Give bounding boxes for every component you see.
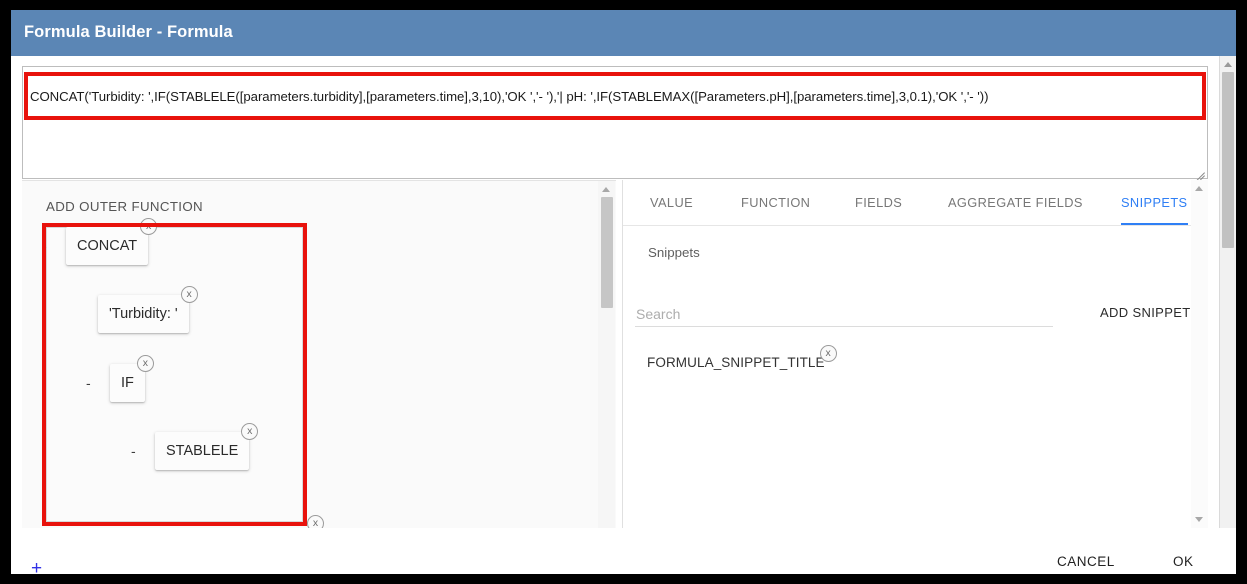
- snippet-list-item[interactable]: FORMULA_SNIPPET_TITLE x: [647, 345, 837, 370]
- function-tree-pane: ADD OUTER FUNCTION - CONCAT x 'Turbidity…: [22, 180, 616, 528]
- formula-builder-dialog: Formula Builder - Formula CONCAT('Turbid…: [11, 10, 1236, 574]
- add-outer-function-label: ADD OUTER FUNCTION: [46, 199, 203, 214]
- search-input[interactable]: [635, 302, 1053, 327]
- function-node-stablele[interactable]: STABLELE x: [155, 423, 259, 470]
- scroll-up-arrow-icon[interactable]: [1195, 186, 1203, 191]
- function-tree-scrollbar-thumb[interactable]: [601, 197, 613, 308]
- dialog-titlebar: Formula Builder - Formula: [11, 10, 1236, 56]
- tab-fields[interactable]: FIELDS: [855, 180, 902, 225]
- tab-label: SNIPPETS: [1121, 195, 1188, 210]
- function-node-turbidity-literal[interactable]: 'Turbidity: ' x: [98, 286, 198, 333]
- tab-value[interactable]: VALUE: [650, 180, 693, 225]
- tab-bar: VALUE FUNCTION FIELDS AGGREGATE FIELDS S…: [623, 180, 1208, 226]
- tree-connector-dash: -: [131, 443, 136, 459]
- remove-snippet-icon[interactable]: x: [819, 345, 837, 362]
- function-node-concat[interactable]: CONCAT x: [66, 218, 158, 265]
- tab-label: FUNCTION: [741, 195, 811, 210]
- remove-node-icon[interactable]: x: [307, 515, 324, 528]
- tab-aggregate-fields[interactable]: AGGREGATE FIELDS: [948, 180, 1083, 225]
- ok-button[interactable]: OK: [1173, 554, 1194, 569]
- function-node-label: 'Turbidity: ': [109, 306, 178, 322]
- dialog-title: Formula Builder - Formula: [24, 23, 233, 41]
- resize-handle-icon[interactable]: [1192, 163, 1206, 177]
- cancel-button[interactable]: CANCEL: [1057, 554, 1115, 569]
- snippet-title: FORMULA_SNIPPET_TITLE: [647, 355, 825, 370]
- tree-row[interactable]: - STABLELE x: [131, 423, 259, 470]
- tree-row[interactable]: - CONCAT x: [42, 218, 158, 265]
- snippet-search-row: ADD SNIPPET: [635, 302, 1195, 328]
- function-node-if[interactable]: IF x: [110, 355, 154, 402]
- scroll-down-arrow-icon[interactable]: [1195, 517, 1203, 522]
- scroll-up-arrow-icon[interactable]: [1224, 62, 1232, 67]
- main-content: ADD OUTER FUNCTION - CONCAT x 'Turbidity…: [22, 180, 1208, 528]
- tab-snippets[interactable]: SNIPPETS: [1121, 180, 1188, 225]
- scroll-up-arrow-icon[interactable]: [602, 187, 610, 192]
- remove-node-icon[interactable]: x: [136, 355, 154, 372]
- function-tree: - CONCAT x 'Turbidity: ' x - IF x - STAB…: [42, 218, 594, 523]
- formula-textarea[interactable]: CONCAT('Turbidity: ',IF(STABLELE([parame…: [22, 66, 1208, 179]
- page-scrollbar-thumb[interactable]: [1222, 72, 1234, 248]
- add-snippet-button[interactable]: ADD SNIPPET: [1100, 305, 1191, 320]
- dialog-footer: + CANCEL OK: [11, 528, 1236, 574]
- tree-connector-dash: -: [42, 238, 47, 254]
- add-row-plus-icon[interactable]: +: [31, 559, 42, 574]
- tab-label: VALUE: [650, 195, 694, 210]
- snippets-pane: VALUE FUNCTION FIELDS AGGREGATE FIELDS S…: [623, 180, 1208, 528]
- formula-text[interactable]: CONCAT('Turbidity: ',IF(STABLELE([parame…: [30, 89, 1198, 104]
- function-node-label: STABLELE: [166, 443, 239, 459]
- tab-active-underline: [1121, 223, 1188, 225]
- tab-label: AGGREGATE FIELDS: [948, 195, 1083, 210]
- tree-connector-dash: -: [86, 375, 91, 391]
- function-node-label: CONCAT: [77, 238, 138, 254]
- function-node-label: IF: [121, 375, 134, 391]
- tab-label: FIELDS: [855, 195, 903, 210]
- snippets-scrollbar[interactable]: [1191, 180, 1208, 528]
- remove-node-icon[interactable]: x: [180, 286, 198, 303]
- snippets-section-label: Snippets: [648, 245, 700, 260]
- remove-node-icon[interactable]: x: [241, 423, 259, 440]
- remove-node-icon[interactable]: x: [140, 218, 158, 235]
- function-tree-scrollbar[interactable]: [598, 181, 615, 528]
- page-scrollbar[interactable]: [1219, 56, 1236, 574]
- tab-function[interactable]: FUNCTION: [741, 180, 810, 225]
- tree-row[interactable]: - IF x: [86, 355, 154, 402]
- tree-row[interactable]: 'Turbidity: ' x: [74, 286, 198, 333]
